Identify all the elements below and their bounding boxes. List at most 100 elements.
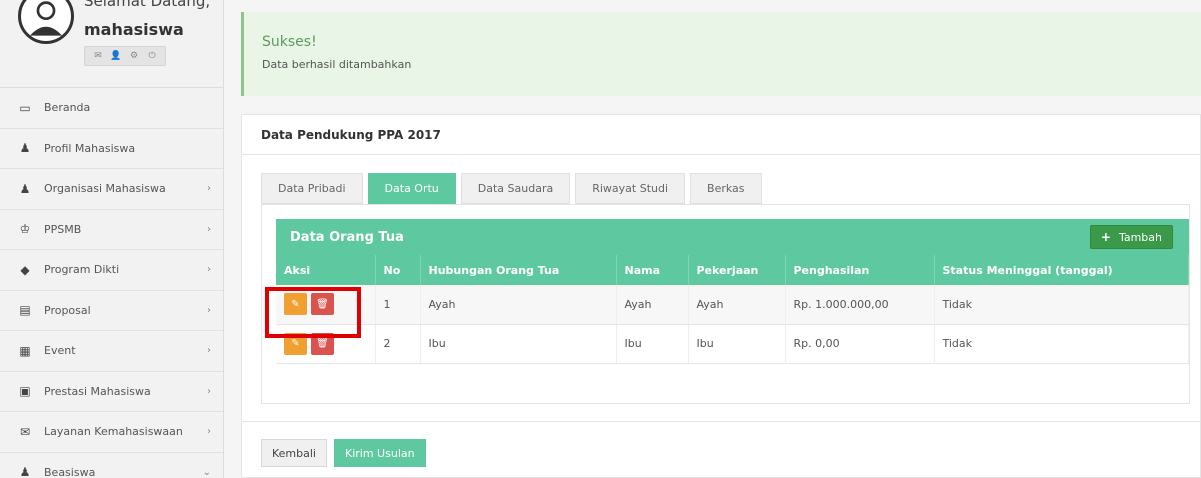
column-header: Aksi — [276, 255, 376, 285]
username: mahasiswa — [84, 20, 184, 39]
trash-icon: 🗑 — [316, 298, 329, 310]
form-actions: Kembali Kirim Usulan — [242, 421, 1200, 478]
cell-status: Tidak — [934, 324, 1189, 364]
table-row: ✎ 🗑 2 Ibu Ibu Ibu Rp. 0,00 Tidak — [276, 324, 1189, 364]
chevron-right-icon: › — [207, 385, 211, 397]
cell-no: 2 — [375, 324, 421, 364]
file-icon: ▤ — [19, 303, 31, 318]
trophy-icon: ♔ — [19, 222, 31, 237]
table-header-row: Aksi No Hubungan Orang Tua Nama Pekerjaa… — [276, 255, 1189, 285]
main-content: Sukses! Data berhasil ditambahkan Data P… — [224, 0, 1201, 478]
sidebar-item-label: Organisasi Mahasiswa — [44, 182, 166, 196]
success-alert: Sukses! Data berhasil ditambahkan — [241, 12, 1201, 96]
sidebar-item-ppsmb[interactable]: ♔ PPSMB › — [0, 210, 223, 250]
add-button[interactable]: + Tambah — [1089, 225, 1173, 249]
cell-penghasilan: Rp. 0,00 — [785, 324, 935, 364]
action-cell: ✎ 🗑 — [276, 285, 376, 325]
back-button[interactable]: Kembali — [261, 439, 327, 467]
sidebar-item-label: Program Dikti — [44, 263, 120, 277]
cell-status: Tidak — [934, 285, 1189, 325]
sidebar-item-proposal[interactable]: ▤ Proposal › — [0, 291, 223, 331]
gear-icon[interactable]: ⚙ — [125, 51, 143, 61]
avatar — [18, 0, 74, 44]
welcome-text: Selamat Datang, — [84, 0, 211, 10]
action-cell: ✎ 🗑 — [276, 324, 376, 364]
sidebar-item-label: Proposal — [44, 303, 91, 317]
users-icon: ♟ — [19, 465, 31, 478]
sidebar-item-label: PPSMB — [44, 222, 82, 236]
delete-button[interactable]: 🗑 — [311, 293, 334, 316]
column-header: Pekerjaan — [688, 255, 786, 285]
tab-bar: Data Pribadi Data Ortu Data Saudara Riwa… — [261, 173, 767, 204]
column-header: Penghasilan — [785, 255, 935, 285]
chevron-right-icon: › — [207, 426, 211, 438]
chevron-right-icon: › — [207, 223, 211, 235]
parent-data-box: Data Orang Tua + Tambah Aksi No Hubungan… — [276, 219, 1189, 364]
tab-berkas[interactable]: Berkas — [690, 173, 762, 204]
sidebar-item-prestasi-mahasiswa[interactable]: ▣ Prestasi Mahasiswa › — [0, 372, 223, 412]
cell-pekerjaan: Ayah — [688, 285, 786, 325]
user-panel: Selamat Datang, mahasiswa ✉ 👤 ⚙ ⏻ — [0, 0, 223, 88]
column-header: No — [375, 255, 421, 285]
data-panel: Data Pendukung PPA 2017 Data Pribadi Dat… — [241, 114, 1201, 478]
sidebar: Selamat Datang, mahasiswa ✉ 👤 ⚙ ⏻ ▭ Bera… — [0, 0, 224, 478]
sidebar-item-program-dikti[interactable]: ◆ Program Dikti › — [0, 250, 223, 291]
parent-table: Aksi No Hubungan Orang Tua Nama Pekerjaa… — [276, 255, 1189, 364]
tab-data-pribadi[interactable]: Data Pribadi — [261, 173, 363, 204]
sidebar-item-label: Beranda — [44, 101, 91, 115]
sidebar-item-layanan-kemahasiswaan[interactable]: ✉ Layanan Kemahasiswaan › — [0, 412, 223, 453]
delete-button[interactable]: 🗑 — [311, 332, 334, 355]
sidebar-item-event[interactable]: ▦ Event › — [0, 331, 223, 372]
edit-button[interactable]: ✎ — [284, 332, 307, 355]
sidebar-item-organisasi-mahasiswa[interactable]: ♟ Organisasi Mahasiswa › — [0, 169, 223, 210]
cell-penghasilan: Rp. 1.000.000,00 — [785, 285, 935, 325]
sidebar-item-label: Profil Mahasiswa — [44, 141, 136, 155]
table-row: ✎ 🗑 1 Ayah Ayah Ayah Rp. 1.000.000,00 Tid… — [276, 285, 1189, 325]
envelope-icon: ✉ — [19, 424, 31, 439]
column-header: Status Meninggal (tanggal) — [934, 255, 1189, 285]
tab-data-ortu[interactable]: Data Ortu — [367, 173, 456, 204]
sidebar-item-profil-mahasiswa[interactable]: ♟ Profil Mahasiswa — [0, 129, 223, 169]
plus-icon: + — [1100, 230, 1111, 244]
gift-icon: ▣ — [19, 384, 31, 399]
chevron-right-icon: › — [207, 183, 211, 195]
panel-title: Data Pendukung PPA 2017 — [242, 115, 1200, 155]
submit-button[interactable]: Kirim Usulan — [334, 439, 426, 467]
column-header: Hubungan Orang Tua — [420, 255, 617, 285]
user-icon: ♟ — [19, 141, 31, 156]
envelope-icon[interactable]: ✉ — [89, 51, 107, 61]
trash-icon: 🗑 — [316, 338, 329, 349]
cell-nama: Ibu — [616, 324, 689, 364]
pencil-icon: ✎ — [291, 338, 300, 349]
user-icon[interactable]: 👤 — [107, 51, 125, 61]
cell-hubungan: Ibu — [420, 324, 617, 364]
cell-no: 1 — [375, 285, 421, 325]
chevron-right-icon: › — [207, 264, 211, 276]
sidebar-item-label: Beasiswa — [44, 465, 96, 478]
chevron-down-icon: ⌄ — [202, 466, 211, 478]
add-button-label: Tambah — [1118, 230, 1162, 244]
tab-content: Data Orang Tua + Tambah Aksi No Hubungan… — [261, 204, 1190, 404]
user-avatar-icon — [29, 1, 63, 36]
power-icon[interactable]: ⏻ — [143, 51, 161, 61]
alert-message: Data berhasil ditambahkan — [262, 58, 412, 71]
cell-hubungan: Ayah — [420, 285, 617, 325]
alert-title: Sukses! — [262, 34, 317, 50]
cell-nama: Ayah — [616, 285, 689, 325]
users-icon: ♟ — [19, 181, 31, 196]
box-header: Data Orang Tua + Tambah — [276, 219, 1189, 255]
user-quick-actions: ✉ 👤 ⚙ ⏻ — [84, 46, 166, 66]
edit-button[interactable]: ✎ — [284, 293, 307, 316]
pencil-icon: ✎ — [291, 298, 300, 310]
tab-data-saudara[interactable]: Data Saudara — [460, 173, 571, 204]
tag-icon: ◆ — [20, 262, 30, 277]
sidebar-item-label: Event — [44, 344, 76, 358]
sidebar-item-label: Layanan Kemahasiswaan — [44, 425, 183, 439]
tab-riwayat-studi[interactable]: Riwayat Studi — [575, 173, 686, 204]
sidebar-item-label: Prestasi Mahasiswa — [44, 384, 151, 398]
sidebar-item-beasiswa[interactable]: ♟ Beasiswa ⌄ — [0, 453, 223, 478]
cell-pekerjaan: Ibu — [688, 324, 786, 364]
column-header: Nama — [616, 255, 689, 285]
calendar-icon: ▦ — [19, 343, 31, 358]
sidebar-item-beranda[interactable]: ▭ Beranda — [0, 88, 223, 129]
